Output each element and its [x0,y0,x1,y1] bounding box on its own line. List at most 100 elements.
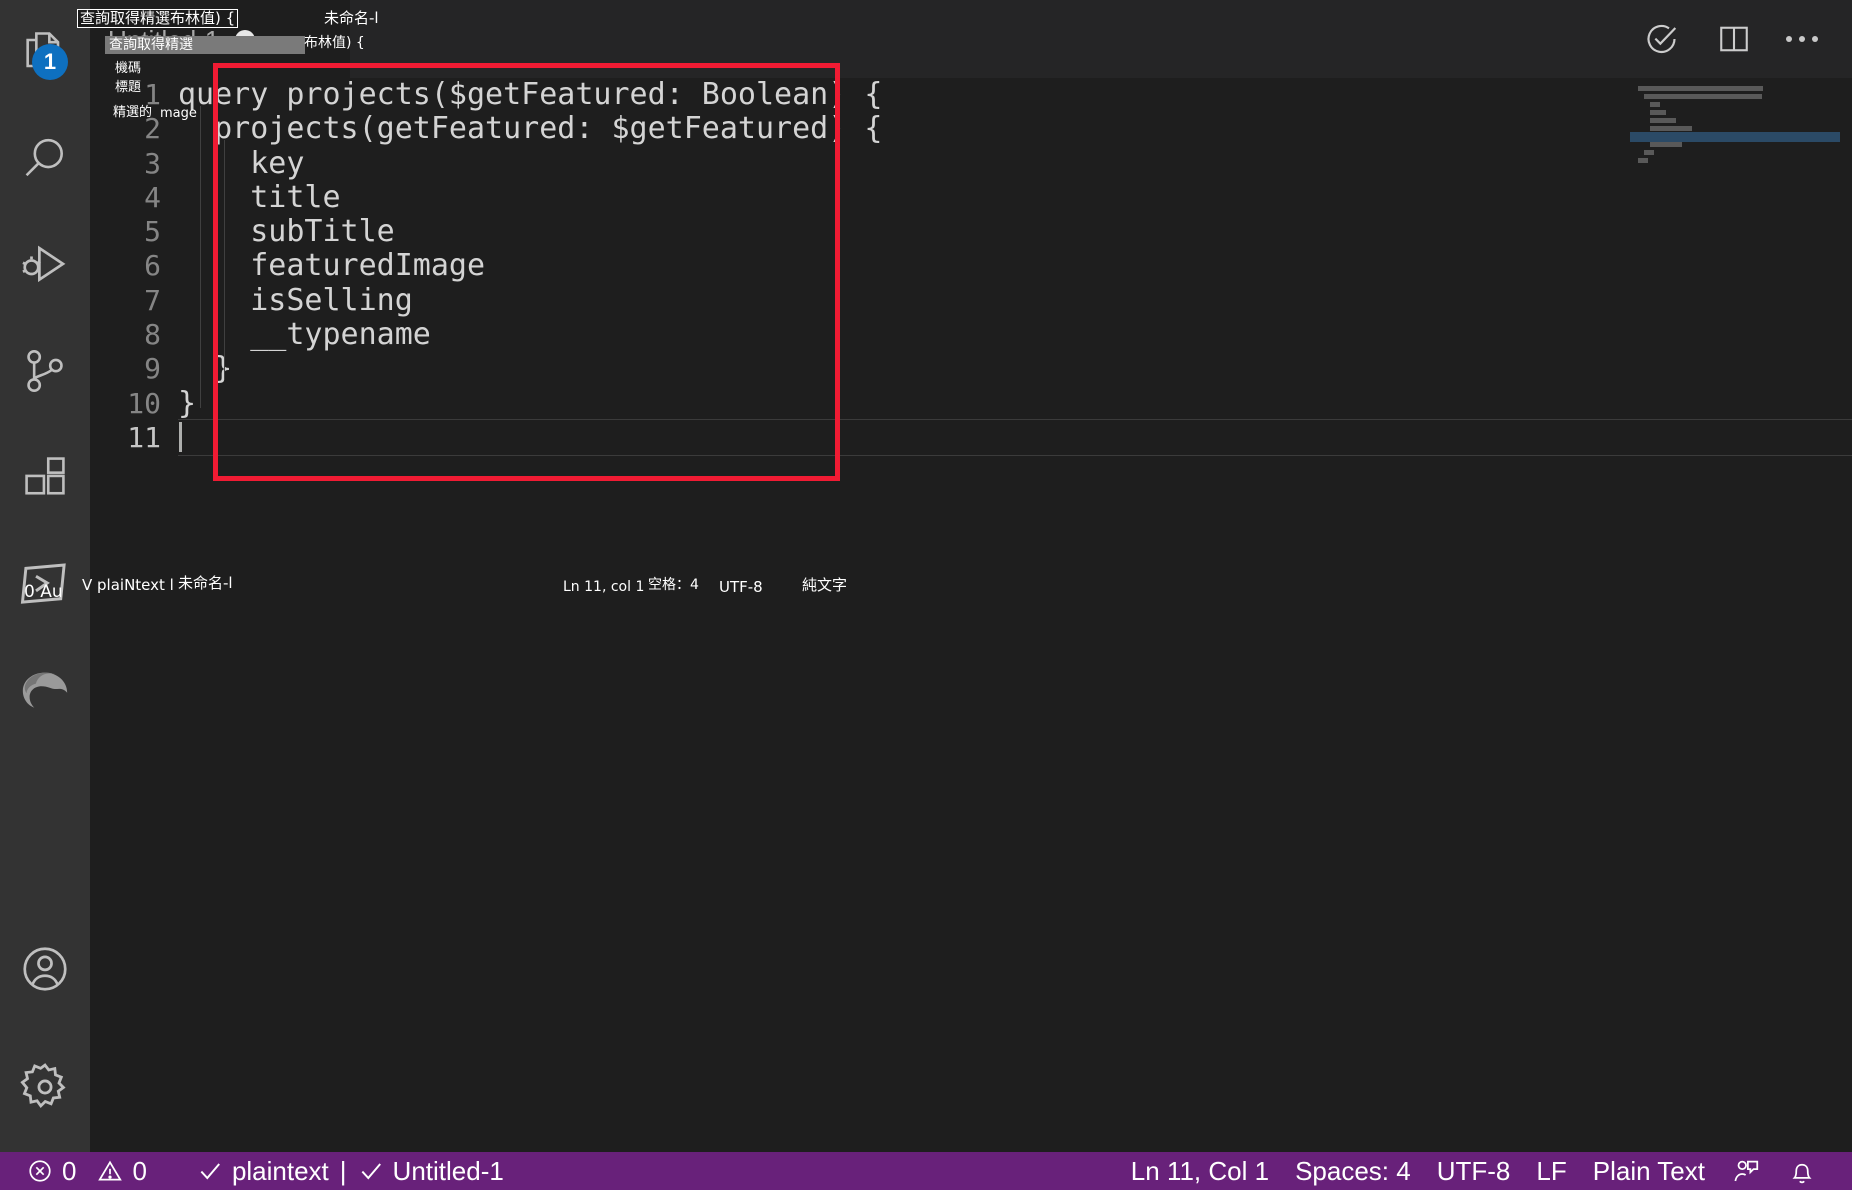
terminal-icon [18,556,72,610]
minimap-line [1644,94,1762,99]
sidebar-item-settings[interactable] [0,1022,90,1152]
code-line[interactable]: 2 projects(getFeatured: $getFeatured) { [90,112,1590,146]
search-icon [19,133,71,185]
text-cursor [179,422,182,452]
minimap-slider[interactable] [1630,132,1840,142]
line-text: __typename [178,318,431,352]
edge-icon [17,661,73,717]
ellipsis-icon [1786,36,1792,42]
account-icon [18,942,72,996]
status-notifications[interactable] [1774,1152,1830,1190]
ellipsis-icon [1812,36,1818,42]
line-text: key [178,147,304,181]
code-line[interactable]: 3 key [90,147,1590,181]
unsaved-indicator-icon[interactable] [235,30,255,50]
code-line[interactable]: 5 subTitle [90,215,1590,249]
line-text: subTitle [178,215,395,249]
line-text [178,421,182,455]
sidebar-item-edge-browser[interactable] [0,636,90,742]
code-line[interactable]: 11 [90,421,1590,455]
sidebar-item-terminal[interactable] [0,530,90,636]
minimap-line [1650,142,1682,147]
editor-actions [1642,19,1852,59]
tab-untitled-1[interactable]: Untitled-1 [90,0,350,78]
extensions-icon [19,451,71,503]
minimap[interactable] [1630,86,1840,226]
status-problems[interactable]: 0 0 [14,1152,160,1190]
sidebar-item-source-control[interactable] [0,318,90,424]
status-separator: | [338,1156,349,1187]
warning-icon [97,1158,123,1184]
sidebar-item-search[interactable] [0,106,90,212]
minimap-line [1650,118,1676,123]
indent-guide [224,140,225,380]
editor-content[interactable]: 1query projects($getFeatured: Boolean) {… [90,78,1852,1152]
run-code-button[interactable] [1642,19,1682,59]
code-area[interactable]: 1query projects($getFeatured: Boolean) {… [90,78,1590,455]
more-actions-button[interactable] [1786,36,1818,42]
line-text: query projects($getFeatured: Boolean) { [178,78,882,112]
status-feedback[interactable] [1718,1152,1774,1190]
code-line[interactable]: 1query projects($getFeatured: Boolean) { [90,78,1590,112]
bell-icon [1787,1156,1817,1186]
sidebar-item-run-and-debug[interactable] [0,212,90,318]
split-editor-button[interactable] [1716,21,1752,57]
split-editor-icon [1716,21,1752,57]
code-line[interactable]: 10} [90,387,1590,421]
check-icon [358,1158,384,1184]
status-editor-position[interactable]: Ln 11, Col 1 [1118,1152,1282,1190]
status-bar: 0 0 plaintext | Untitled-1 [0,1152,1852,1190]
check-icon [197,1158,223,1184]
activity-bar: 1 [0,0,90,1152]
tab-label: Untitled-1 [108,25,219,56]
code-line[interactable]: 7 isSelling [90,284,1590,318]
line-number: 1 [90,78,178,112]
run-check-icon [1642,19,1682,59]
line-number: 5 [90,215,178,249]
sidebar-item-accounts[interactable] [0,916,90,1022]
editor-group: Untitled-1 [90,0,1852,1152]
code-line[interactable]: 6 featuredImage [90,249,1590,283]
sidebar-item-explorer[interactable]: 1 [0,0,90,106]
minimap-line [1650,110,1666,115]
status-language-check[interactable]: plaintext | Untitled-1 [184,1152,517,1190]
minimap-lines [1630,86,1840,163]
line-number: 10 [90,387,178,421]
run-debug-icon [18,238,72,292]
line-number: 4 [90,181,178,215]
minimap-line [1644,150,1654,155]
code-line[interactable]: 4 title [90,181,1590,215]
minimap-line [1650,126,1692,131]
error-icon [27,1158,53,1184]
line-text: } [178,387,196,421]
minimap-line [1638,86,1763,91]
line-number: 2 [90,112,178,146]
line-number: 3 [90,147,178,181]
line-text: isSelling [178,284,413,318]
status-eol[interactable]: LF [1523,1152,1579,1190]
code-line[interactable]: 8 __typename [90,318,1590,352]
code-line[interactable]: 9 } [90,352,1590,386]
tab-bar: Untitled-1 [90,0,1852,78]
line-number: 7 [90,284,178,318]
sidebar-item-extensions[interactable] [0,424,90,530]
file-label: Untitled-1 [393,1156,504,1187]
status-encoding[interactable]: UTF-8 [1424,1152,1524,1190]
line-text: title [178,181,341,215]
status-indentation[interactable]: Spaces: 4 [1282,1152,1424,1190]
status-bar-left: 0 0 plaintext | Untitled-1 [0,1152,517,1190]
warning-count: 0 [132,1156,146,1187]
status-language-mode[interactable]: Plain Text [1580,1152,1718,1190]
line-number: 9 [90,352,178,386]
line-number: 11 [90,421,178,455]
ellipsis-icon [1799,36,1805,42]
line-number: 8 [90,318,178,352]
indent-guide [200,106,201,408]
line-number: 6 [90,249,178,283]
vscode-window: 1 [0,0,1852,1190]
minimap-line [1638,158,1648,163]
language-label: plaintext [232,1156,329,1187]
minimap-line [1650,102,1660,107]
feedback-icon [1731,1156,1761,1186]
gear-icon [17,1059,73,1115]
